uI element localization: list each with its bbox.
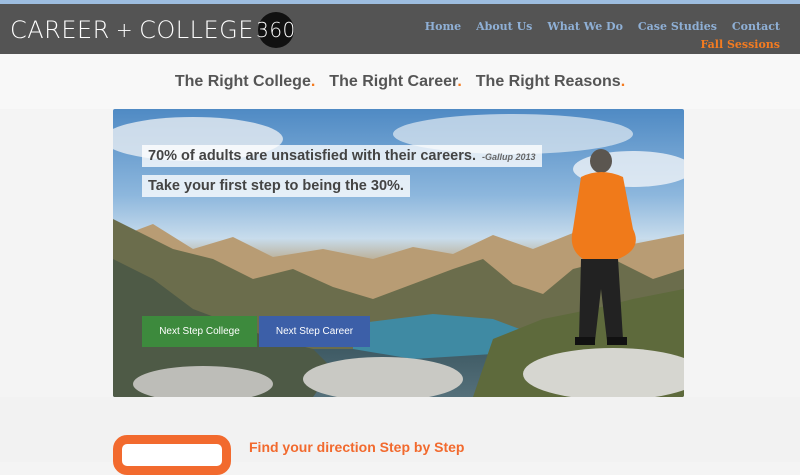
nav-case-studies[interactable]: Case Studies xyxy=(638,20,717,33)
logo-career-word: CAREER xyxy=(10,16,110,44)
main-nav: Home About Us What We Do Case Studies Co… xyxy=(425,20,780,33)
fall-sessions-link[interactable]: Fall Sessions xyxy=(700,38,780,51)
site-logo[interactable]: CAREER + COLLEGE 360 xyxy=(10,12,295,48)
section-heading: Find your direction Step by Step xyxy=(249,439,465,455)
logo-360-badge: 360 xyxy=(256,12,295,48)
nav-home[interactable]: Home xyxy=(425,20,461,33)
nav-contact[interactable]: Contact xyxy=(732,20,780,33)
tagline-band: The Right College. The Right Career. The… xyxy=(0,54,800,109)
logo-college-word: COLLEGE xyxy=(139,16,254,44)
logo-plus: + xyxy=(115,18,134,42)
hero-subline: Take your first step to being the 30%. xyxy=(142,175,410,197)
nav-about-us[interactable]: About Us xyxy=(476,20,532,33)
tagline-career: The Right Career. xyxy=(329,72,462,90)
next-step-college-button[interactable]: Next Step College xyxy=(142,316,257,347)
nav-what-we-do[interactable]: What We Do xyxy=(547,20,623,33)
tagline-reasons: The Right Reasons. xyxy=(475,72,626,90)
hero-quote-text: 70% of adults are unsatisfied with their… xyxy=(148,148,476,164)
tagline-college: The Right College. xyxy=(174,72,316,90)
next-step-career-button[interactable]: Next Step Career xyxy=(259,316,370,347)
direction-icon xyxy=(113,435,231,475)
hero-quote: 70% of adults are unsatisfied with their… xyxy=(142,145,542,167)
site-header: CAREER + COLLEGE 360 Home About Us What … xyxy=(0,4,800,54)
hero-quote-source: -Gallup 2013 xyxy=(481,152,536,162)
